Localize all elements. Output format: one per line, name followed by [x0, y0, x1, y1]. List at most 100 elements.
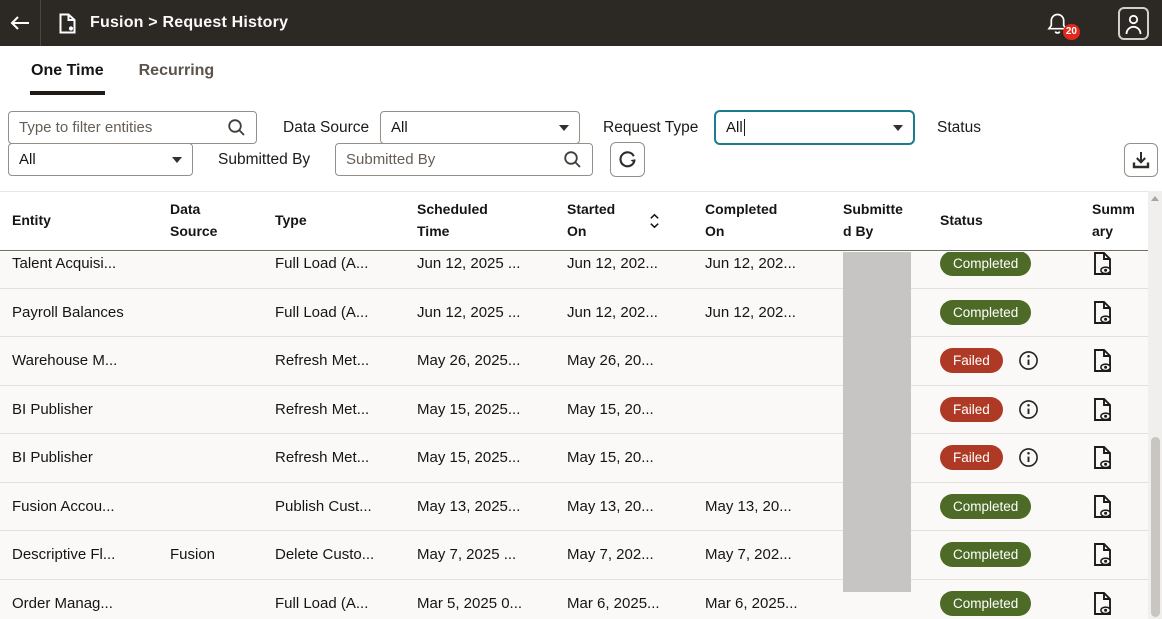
table-row[interactable]: Order Manag... Full Load (A... Mar 5, 20…	[0, 580, 1148, 619]
cell-started-on: Mar 6, 2025...	[567, 595, 705, 612]
cell-status: Failed	[940, 397, 1092, 422]
table-body: Talent Acquisi... Full Load (A... Jun 12…	[0, 252, 1148, 619]
cell-completed-on: Mar 6, 2025...	[705, 595, 843, 612]
view-summary-icon[interactable]	[1092, 252, 1113, 276]
cell-summary	[1092, 542, 1136, 567]
refresh-button[interactable]	[610, 142, 645, 177]
entity-filter-placeholder: Type to filter entities	[19, 119, 227, 136]
person-icon	[1124, 13, 1143, 34]
cell-summary	[1092, 300, 1136, 325]
cell-data-source: Fusion	[170, 546, 275, 563]
scrollbar-thumb[interactable]	[1151, 437, 1160, 617]
view-summary-icon[interactable]	[1092, 591, 1113, 616]
status-dropdown[interactable]: All	[8, 143, 193, 176]
view-summary-icon[interactable]	[1092, 300, 1113, 325]
cell-type: Full Load (A...	[275, 595, 417, 612]
chevron-down-icon	[893, 125, 903, 131]
cell-started-on: Jun 12, 202...	[567, 304, 705, 321]
info-icon[interactable]	[1018, 350, 1039, 371]
column-header-status[interactable]: Status	[940, 210, 1092, 232]
column-header-summary[interactable]: Summary	[1092, 199, 1136, 242]
status-label: Status	[937, 119, 981, 137]
table-row[interactable]: Talent Acquisi... Full Load (A... Jun 12…	[0, 252, 1148, 289]
status-badge: Completed	[940, 252, 1031, 276]
cell-type: Full Load (A...	[275, 304, 417, 321]
status-badge: Failed	[940, 348, 1003, 373]
cell-type: Refresh Met...	[275, 401, 417, 418]
search-icon	[563, 150, 582, 169]
submitted-by-input[interactable]: Submitted By	[335, 143, 593, 176]
data-source-label: Data Source	[283, 119, 369, 137]
column-header-completed-on[interactable]: Completed On	[705, 199, 843, 242]
back-button[interactable]	[0, 0, 40, 46]
cell-completed-on: May 13, 20...	[705, 498, 843, 515]
view-summary-icon[interactable]	[1092, 542, 1113, 567]
cell-summary	[1092, 591, 1136, 616]
cell-status: Completed	[940, 542, 1092, 567]
table-row[interactable]: BI Publisher Refresh Met... May 15, 2025…	[0, 434, 1148, 483]
column-header-type[interactable]: Type	[275, 210, 417, 232]
scrollbar-up-arrow[interactable]	[1151, 196, 1159, 201]
cell-entity: BI Publisher	[12, 401, 170, 418]
table-row[interactable]: Descriptive Fl... Fusion Delete Custo...…	[0, 531, 1148, 580]
notification-count-badge: 20	[1063, 24, 1080, 40]
cell-completed-on: May 7, 202...	[705, 546, 843, 563]
cell-summary	[1092, 348, 1136, 373]
cell-scheduled-time: May 26, 2025...	[417, 352, 567, 369]
table-header-row: Entity Data Source Type Scheduled Time S…	[0, 191, 1148, 251]
cell-scheduled-time: May 15, 2025...	[417, 449, 567, 466]
sort-icon[interactable]	[649, 212, 660, 230]
cell-summary	[1092, 445, 1136, 470]
table-row[interactable]: Fusion Accou... Publish Cust... May 13, …	[0, 483, 1148, 532]
view-summary-icon[interactable]	[1092, 494, 1113, 519]
view-summary-icon[interactable]	[1092, 397, 1113, 422]
table-row[interactable]: BI Publisher Refresh Met... May 15, 2025…	[0, 386, 1148, 435]
refresh-icon	[617, 149, 638, 170]
cell-entity: Warehouse M...	[12, 352, 170, 369]
cell-status: Failed	[940, 348, 1092, 373]
cell-type: Refresh Met...	[275, 352, 417, 369]
column-header-scheduled-time[interactable]: Scheduled Time	[417, 199, 567, 242]
cell-scheduled-time: Jun 12, 2025 ...	[417, 304, 567, 321]
status-badge: Completed	[940, 494, 1031, 519]
cell-started-on: May 7, 202...	[567, 546, 705, 563]
info-icon[interactable]	[1018, 399, 1039, 420]
table-row[interactable]: Warehouse M... Refresh Met... May 26, 20…	[0, 337, 1148, 386]
info-icon[interactable]	[1018, 447, 1039, 468]
data-source-dropdown[interactable]: All	[380, 111, 580, 144]
cell-scheduled-time: May 15, 2025...	[417, 401, 567, 418]
chevron-down-icon	[559, 125, 569, 131]
cell-status: Completed	[940, 300, 1092, 325]
status-value: All	[19, 151, 172, 168]
page-document-icon	[58, 13, 77, 34]
submitted-by-placeholder: Submitted By	[346, 151, 563, 168]
entity-filter-input[interactable]: Type to filter entities	[8, 111, 257, 144]
cell-started-on: May 26, 20...	[567, 352, 705, 369]
column-header-entity[interactable]: Entity	[12, 210, 170, 232]
vertical-scrollbar[interactable]	[1148, 191, 1162, 619]
cell-status: Completed	[940, 591, 1092, 616]
download-icon	[1131, 150, 1151, 170]
cell-started-on: Jun 12, 202...	[567, 255, 705, 272]
cell-started-on: May 13, 20...	[567, 498, 705, 515]
table-row[interactable]: Payroll Balances Full Load (A... Jun 12,…	[0, 289, 1148, 338]
view-summary-icon[interactable]	[1092, 445, 1113, 470]
status-badge: Completed	[940, 542, 1031, 567]
column-header-started-on[interactable]: Started On	[567, 199, 705, 242]
page-title: Fusion > Request History	[90, 14, 288, 32]
column-header-data-source[interactable]: Data Source	[170, 199, 275, 242]
tab-recurring[interactable]: Recurring	[138, 62, 216, 80]
user-avatar-button[interactable]	[1118, 7, 1149, 40]
cell-status: Completed	[940, 252, 1092, 276]
view-summary-icon[interactable]	[1092, 348, 1113, 373]
notifications-button[interactable]: 20	[1047, 12, 1068, 35]
data-source-value: All	[391, 119, 559, 136]
topbar-divider	[40, 0, 41, 46]
status-badge: Failed	[940, 397, 1003, 422]
tab-one-time[interactable]: One Time	[30, 62, 105, 80]
cell-entity: Talent Acquisi...	[12, 255, 170, 272]
request-type-dropdown[interactable]: All	[714, 110, 915, 145]
column-header-submitted-by[interactable]: Submitted By	[843, 199, 940, 242]
download-button[interactable]	[1124, 143, 1158, 177]
status-badge: Completed	[940, 300, 1031, 325]
